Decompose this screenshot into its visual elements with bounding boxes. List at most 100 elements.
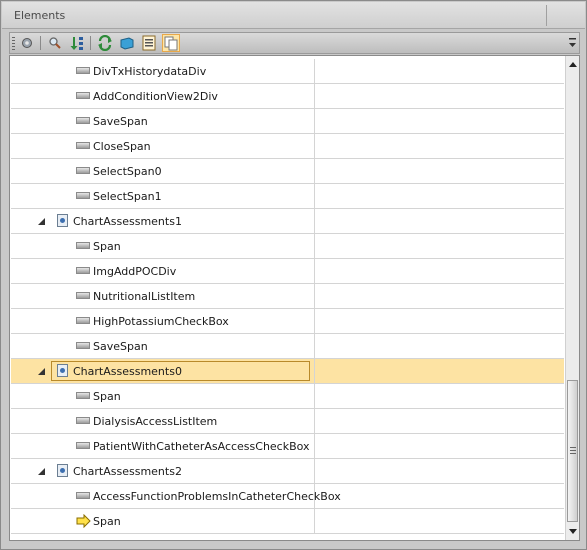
tree-item-label: Span <box>93 515 121 528</box>
column-divider <box>314 134 315 159</box>
column-divider <box>314 284 315 309</box>
column-divider <box>314 59 315 84</box>
scroll-up-arrow-icon[interactable] <box>569 62 577 67</box>
toolbar <box>9 32 580 54</box>
tree-item-label: ChartAssessments0 <box>73 365 182 378</box>
tree-leaf-row[interactable]: CloseSpan <box>11 134 564 159</box>
tree-leaf-row[interactable]: Span <box>11 384 564 409</box>
toolbar-separator <box>40 36 41 50</box>
tree-leaf-row[interactable]: PatientWithCatheterAsAccessCheckBox <box>11 434 564 459</box>
element-bar-icon <box>76 317 90 324</box>
tree-leaf-row[interactable]: AddConditionView2Div <box>11 84 564 109</box>
search-icon[interactable] <box>46 34 64 52</box>
column-divider <box>314 434 315 459</box>
element-bar-icon <box>76 392 90 399</box>
tree-leaf-row[interactable]: NutritionalListItem <box>11 284 564 309</box>
refresh-icon[interactable] <box>96 34 114 52</box>
expand-collapse-triangle-icon[interactable] <box>38 468 45 475</box>
scroll-thumb[interactable] <box>567 380 578 522</box>
column-divider <box>314 359 315 384</box>
column-divider <box>314 259 315 284</box>
tree-leaf-row[interactable]: SelectSpan1 <box>11 184 564 209</box>
tree-item-label: ImgAddPOCDiv <box>93 265 177 278</box>
element-bar-icon <box>76 442 90 449</box>
tree-leaf-row[interactable]: AccessFunctionProblemsInCatheterCheckBox <box>11 484 564 509</box>
tree-rows: DivTxHistorydataDiv AddConditionView2Div S… <box>11 59 564 534</box>
tree-item-label: CloseSpan <box>93 140 151 153</box>
toolbar-separator <box>90 36 91 50</box>
element-bar-icon <box>76 267 90 274</box>
element-bar-icon <box>76 167 90 174</box>
tree-item-label: AccessFunctionProblemsInCatheterCheckBox <box>93 490 341 503</box>
elements-tree-grid: DivTxHistorydataDiv AddConditionView2Div S… <box>9 55 580 541</box>
column-divider <box>314 309 315 334</box>
column-divider <box>314 209 315 234</box>
tree-item-label: HighPotassiumCheckBox <box>93 315 229 328</box>
column-divider <box>314 234 315 259</box>
tree-item-label: Span <box>93 390 121 403</box>
tree-leaf-row[interactable]: DivTxHistorydataDiv <box>11 59 564 84</box>
window-titlebar[interactable]: Elements <box>2 2 585 29</box>
tree-leaf-row[interactable]: Span <box>11 234 564 259</box>
element-bar-icon <box>76 117 90 124</box>
titlebar-divider <box>546 5 547 26</box>
tree-leaf-row[interactable]: SaveSpan <box>11 109 564 134</box>
scroll-thumb-grip <box>570 447 576 454</box>
element-bar-icon <box>76 142 90 149</box>
element-bar-icon <box>76 192 90 199</box>
element-bar-icon <box>76 492 90 499</box>
element-bar-icon <box>76 342 90 349</box>
tree-leaf-row[interactable]: SaveSpan <box>11 334 564 359</box>
tree-leaf-row[interactable]: DialysisAccessListItem <box>11 409 564 434</box>
tree-node-row[interactable]: ChartAssessments0 <box>11 359 564 384</box>
tree-item-label: PatientWithCatheterAsAccessCheckBox <box>93 440 310 453</box>
tree-item-label: Span <box>93 240 121 253</box>
page-object-icon <box>57 364 68 377</box>
column-divider <box>314 384 315 409</box>
column-divider <box>314 109 315 134</box>
window-title: Elements <box>14 9 66 22</box>
tree-item-label: SelectSpan0 <box>93 165 162 178</box>
expand-collapse-triangle-icon[interactable] <box>38 368 45 375</box>
tree-item-label: SelectSpan1 <box>93 190 162 203</box>
column-divider <box>314 334 315 359</box>
list-view-icon[interactable] <box>140 34 158 52</box>
tree-item-label: ChartAssessments1 <box>73 215 182 228</box>
column-divider <box>314 409 315 434</box>
tree-node-row[interactable]: ChartAssessments2 <box>11 459 564 484</box>
column-divider <box>314 159 315 184</box>
column-divider <box>314 459 315 484</box>
toolbar-overflow-icon[interactable] <box>568 35 577 51</box>
tree-item-label: SaveSpan <box>93 115 148 128</box>
element-bar-icon <box>76 92 90 99</box>
element-bar-icon <box>76 417 90 424</box>
tree-node-row[interactable]: ChartAssessments1 <box>11 209 564 234</box>
settings-gear-icon[interactable] <box>18 34 36 52</box>
page-object-icon <box>57 214 68 227</box>
tree-item-label: AddConditionView2Div <box>93 90 218 103</box>
tree-item-label: ChartAssessments2 <box>73 465 182 478</box>
element-bar-icon <box>76 67 90 74</box>
elements-window: Elements DivTxHistorydataDiv AddConditio… <box>0 0 587 550</box>
tree-item-label: DialysisAccessListItem <box>93 415 218 428</box>
scroll-down-arrow-icon[interactable] <box>569 529 577 534</box>
tree-item-label: NutritionalListItem <box>93 290 196 303</box>
vertical-scrollbar[interactable] <box>565 56 579 540</box>
tree-leaf-row[interactable]: ImgAddPOCDiv <box>11 259 564 284</box>
object-store-icon[interactable] <box>118 34 136 52</box>
copy-icon[interactable] <box>162 34 180 52</box>
tree-item-label: DivTxHistorydataDiv <box>93 65 207 78</box>
tree-leaf-row[interactable]: Span <box>11 509 564 534</box>
sort-descending-icon[interactable] <box>68 34 86 52</box>
column-divider <box>314 184 315 209</box>
column-divider <box>314 84 315 109</box>
tree-item-label: SaveSpan <box>93 340 148 353</box>
column-divider <box>314 509 315 534</box>
element-bar-icon <box>76 292 90 299</box>
element-bar-icon <box>76 242 90 249</box>
toolbar-grip[interactable] <box>12 37 15 50</box>
tree-leaf-row[interactable]: HighPotassiumCheckBox <box>11 309 564 334</box>
tree-leaf-row[interactable]: SelectSpan0 <box>11 159 564 184</box>
expand-collapse-triangle-icon[interactable] <box>38 218 45 225</box>
current-arrow-icon <box>76 514 91 528</box>
